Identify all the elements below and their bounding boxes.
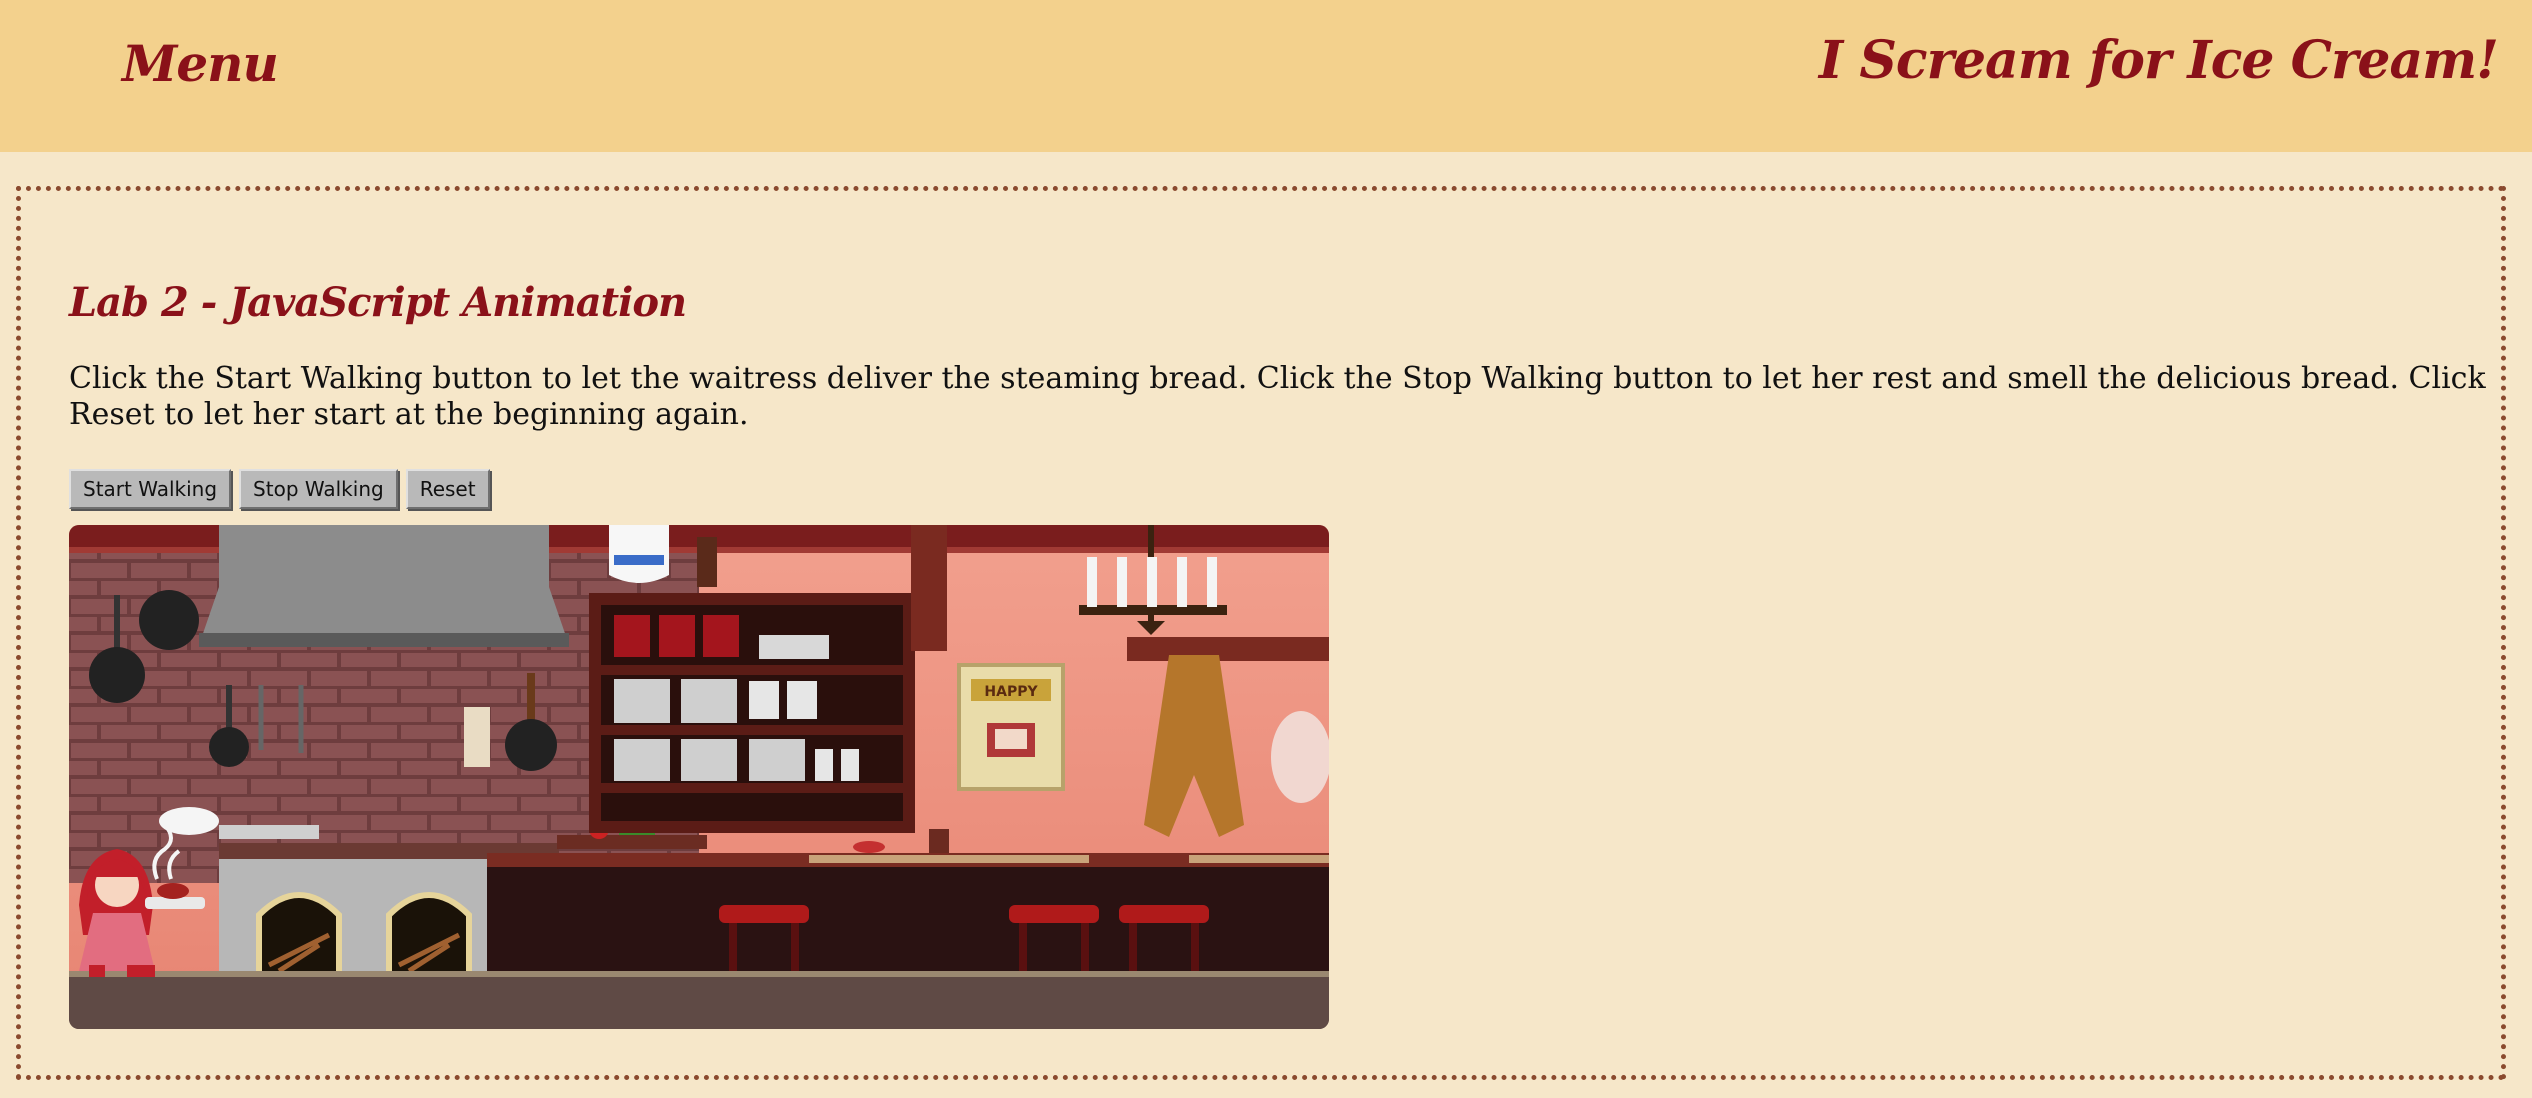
content-panel: Lab 2 - JavaScript Animation Click the S…: [16, 186, 2506, 1080]
menu-link[interactable]: Menu: [122, 34, 279, 93]
wall-sign: HAPPY: [957, 663, 1065, 791]
page-title: Lab 2 - JavaScript Animation: [69, 279, 687, 326]
control-buttons: Start Walking Stop Walking Reset: [69, 469, 490, 509]
reset-button[interactable]: Reset: [405, 469, 490, 509]
site-title: I Scream for Ice Cream!: [1818, 30, 2499, 91]
instructions-text: Click the Start Walking button to let th…: [69, 361, 2486, 432]
top-bar: Menu I Scream for Ice Cream!: [0, 0, 2532, 152]
dish-shelf: [589, 593, 915, 833]
animation-stage: HAPPY: [69, 525, 1329, 1029]
kitchen-scene-image: HAPPY: [69, 525, 1329, 1029]
stop-walking-button[interactable]: Stop Walking: [239, 469, 398, 509]
hanging-bag: [1271, 711, 1329, 803]
sign-text: HAPPY: [984, 684, 1038, 700]
range-hood: [199, 525, 569, 645]
start-walking-button[interactable]: Start Walking: [69, 469, 232, 509]
